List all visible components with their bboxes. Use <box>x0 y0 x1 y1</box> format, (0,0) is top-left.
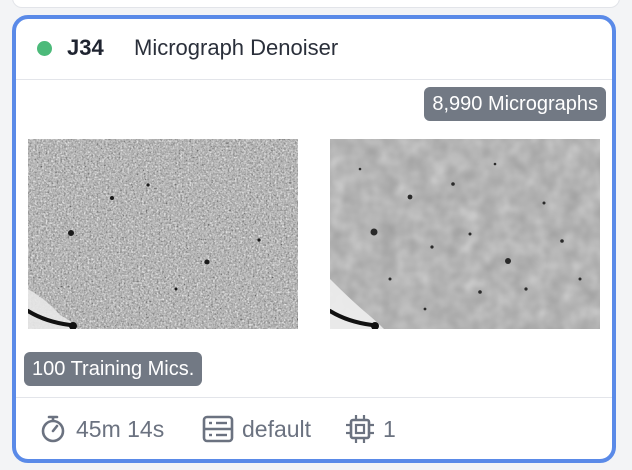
raw-micrograph-image <box>28 139 298 329</box>
denoised-micrograph-image <box>330 139 600 329</box>
denoised-micrograph-svg <box>330 139 600 329</box>
job-title: Micrograph Denoiser <box>134 35 339 60</box>
status-indicator <box>37 41 52 56</box>
gpu-chip-icon <box>346 415 374 443</box>
job-card-header: J34 Micrograph Denoiser <box>16 19 612 80</box>
job-id[interactable]: J34 <box>67 34 104 62</box>
previous-card-edge <box>12 0 620 8</box>
gpu-info: 1 <box>345 414 396 444</box>
server-lane-icon <box>202 415 234 443</box>
lane-text: default <box>242 415 312 442</box>
lane-info: default <box>202 414 311 444</box>
gpu-count-text: 1 <box>383 415 396 442</box>
raw-micrograph-svg <box>28 139 298 329</box>
stopwatch-icon <box>41 415 65 443</box>
runtime-text: 45m 14s <box>76 415 165 442</box>
runtime-info: 45m 14s <box>38 414 164 444</box>
job-card[interactable]: J34 Micrograph Denoiser 8,990 Micrograph… <box>12 15 616 463</box>
job-card-footer: 45m 14s default 1 <box>16 397 612 459</box>
training-mics-badge: 100 Training Mics. <box>24 352 203 386</box>
micrograph-count-badge: 8,990 Micrographs <box>424 87 606 121</box>
